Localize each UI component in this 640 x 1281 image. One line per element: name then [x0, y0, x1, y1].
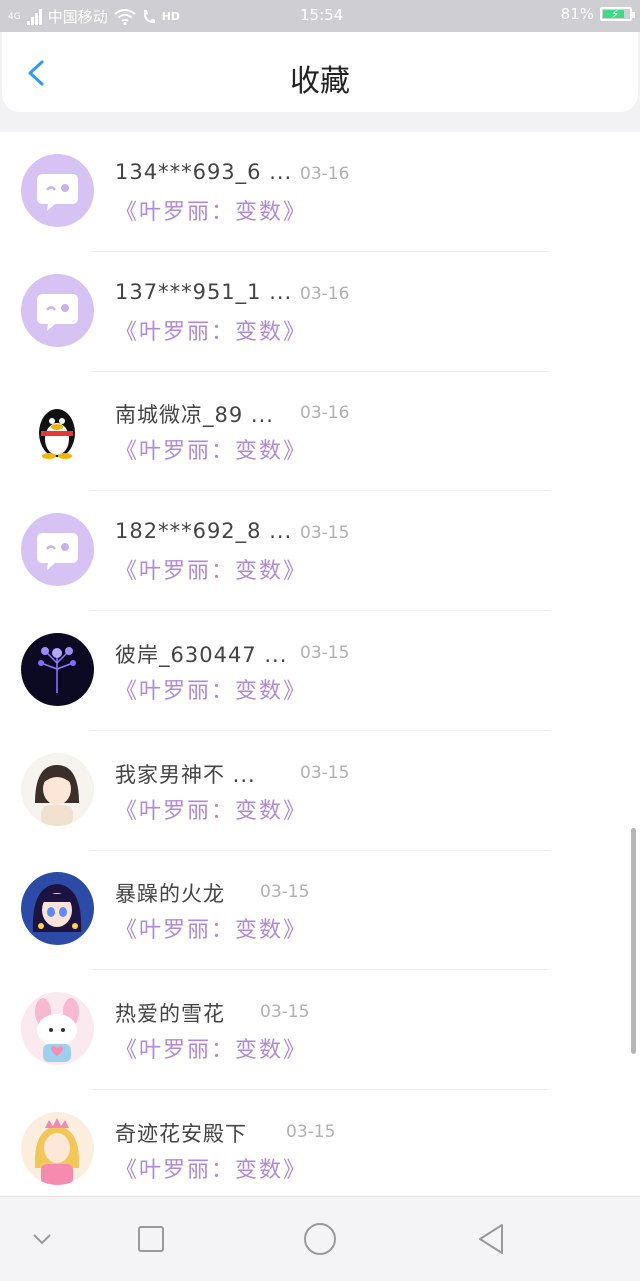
scrollbar[interactable] [631, 828, 636, 1054]
item-date: 03-15 [300, 523, 350, 544]
item-work-title[interactable]: 《叶罗丽：变数》 [115, 433, 307, 465]
purple-flower-avatar[interactable] [21, 632, 94, 706]
back-triangle-icon[interactable] [472, 1219, 512, 1259]
item-date: 03-15 [260, 1001, 310, 1022]
list-item[interactable]: 我家男神不 ... 03-15 《叶罗丽：变数》 [0, 731, 640, 851]
item-username: 暴躁的火龙 [115, 882, 225, 907]
list-item[interactable]: 182***692_8 ... 03-15 《叶罗丽：变数》 [0, 491, 640, 612]
item-work-title[interactable]: 《叶罗丽：变数》 [115, 1032, 307, 1064]
default-chat-avatar[interactable] [21, 273, 94, 347]
princess-avatar[interactable] [21, 1111, 94, 1185]
system-nav-bar [0, 1196, 640, 1281]
battery-icon: ⚡ [600, 7, 635, 21]
default-chat-avatar[interactable] [21, 154, 94, 227]
item-work-title[interactable]: 《叶罗丽：变数》 [115, 553, 307, 585]
list-item[interactable]: 暴躁的火龙 03-15 《叶罗丽：变数》 [0, 850, 640, 971]
pink-bunny-avatar[interactable] [21, 991, 94, 1065]
item-username: 奇迹花安殿下 [115, 1121, 247, 1146]
item-username: 热爱的雪花 [115, 1001, 225, 1026]
list-item[interactable]: 奇迹花安殿下 03-15 《叶罗丽：变数》 [0, 1090, 640, 1196]
item-work-title[interactable]: 《叶罗丽：变数》 [115, 912, 307, 944]
item-date: 03-16 [300, 403, 350, 424]
hd-label: HD [161, 10, 181, 23]
item-username: 182***692_8 ... [115, 519, 293, 544]
item-date: 03-15 [300, 642, 350, 663]
item-username: 134***693_6 ... [115, 160, 293, 184]
item-username: 南城微凉_89 ... [115, 403, 274, 428]
default-chat-avatar[interactable] [21, 513, 94, 587]
phone-call-icon [143, 9, 155, 23]
item-work-title[interactable]: 《叶罗丽：变数》 [115, 673, 307, 705]
status-left: 4G 中国移动 HD [8, 6, 180, 27]
item-username: 我家男神不 ... [115, 762, 256, 787]
list-item[interactable]: 南城微凉_89 ... 03-16 《叶罗丽：变数》 [0, 371, 640, 492]
battery-percent: 81% [560, 5, 594, 23]
item-username: 彼岸_630447 ... [115, 642, 288, 667]
item-date: 03-15 [300, 762, 350, 783]
favorites-list: 134***693_6 ... 03-16 《叶罗丽：变数》 137***951_1 … [0, 132, 640, 1196]
item-date: 03-15 [260, 882, 310, 903]
home-circle-icon[interactable] [300, 1219, 340, 1259]
anime-girl-avatar[interactable] [21, 752, 94, 826]
page-title: 收藏 [290, 64, 350, 99]
list-item[interactable]: 137***951_1 ... 03-16 《叶罗丽：变数》 [0, 252, 640, 372]
penguin-avatar[interactable] [21, 393, 94, 467]
item-username: 137***951_1 ... [115, 279, 293, 304]
item-date: 03-16 [300, 164, 350, 184]
wifi-icon [114, 8, 136, 25]
item-date: 03-16 [300, 283, 350, 304]
status-bar: 4G 中国移动 HD 15:54 81% ⚡ [0, 0, 640, 32]
item-work-title[interactable]: 《叶罗丽：变数》 [115, 194, 307, 226]
list-item[interactable]: 热爱的雪花 03-15 《叶罗丽：变数》 [0, 970, 640, 1090]
chevron-down-icon[interactable] [22, 1219, 62, 1259]
list-item[interactable]: 彼岸_630447 ... 03-15 《叶罗丽：变数》 [0, 611, 640, 731]
item-date: 03-15 [286, 1121, 336, 1142]
item-work-title[interactable]: 《叶罗丽：变数》 [115, 793, 307, 825]
clock: 15:54 [300, 6, 344, 24]
network-type: 4G [8, 11, 21, 22]
signal-icon [26, 8, 42, 25]
doll-girl-avatar[interactable] [21, 872, 94, 946]
recents-square-icon[interactable] [131, 1219, 171, 1259]
status-right: 81% ⚡ [560, 5, 635, 23]
app-header: 收藏 [2, 32, 638, 112]
item-work-title[interactable]: 《叶罗丽：变数》 [115, 314, 307, 346]
charging-icon: ⚡ [611, 7, 620, 21]
item-work-title[interactable]: 《叶罗丽：变数》 [115, 1152, 307, 1184]
carrier-name: 中国移动 [47, 8, 108, 26]
list-item[interactable]: 134***693_6 ... 03-16 《叶罗丽：变数》 [0, 132, 640, 252]
